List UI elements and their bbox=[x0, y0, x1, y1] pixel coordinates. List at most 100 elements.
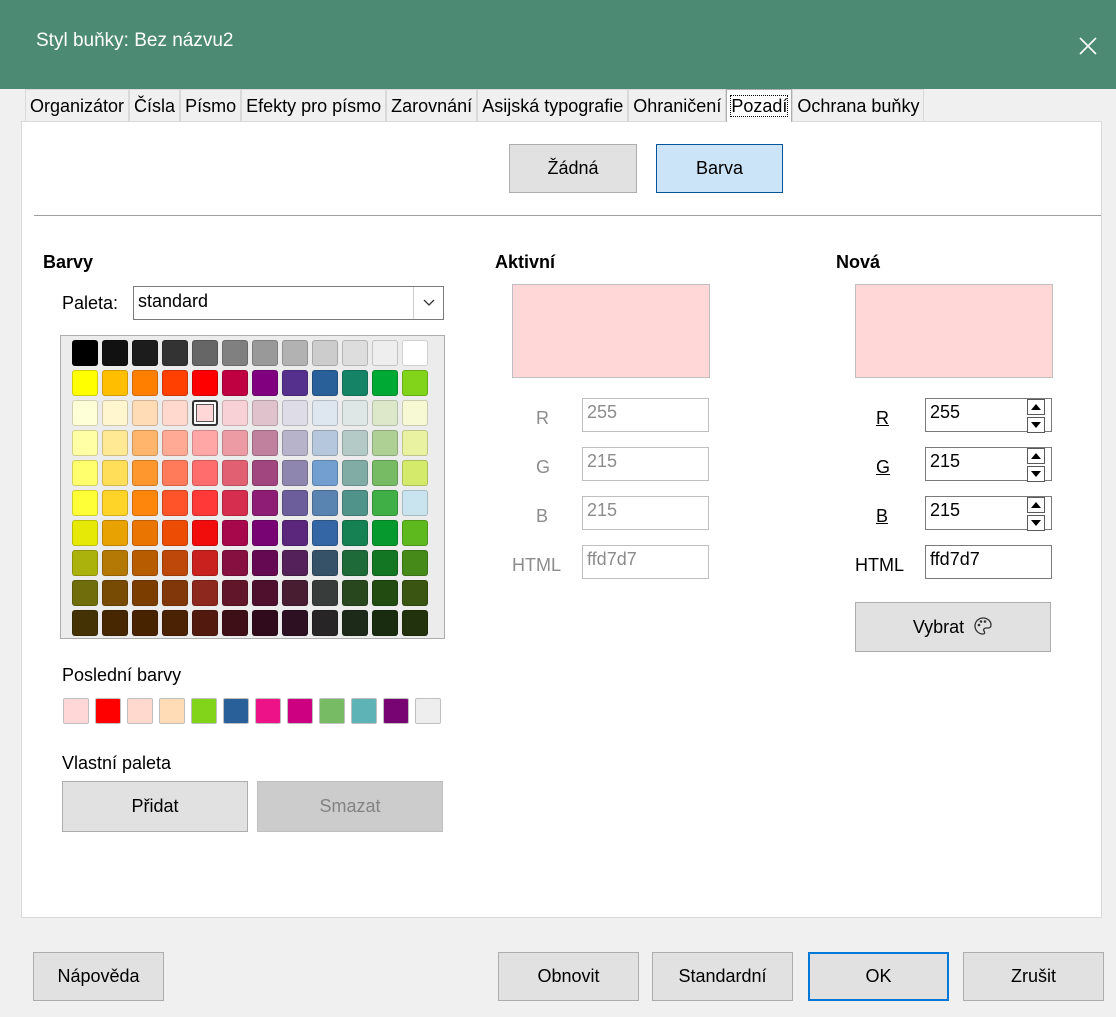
palette-swatch[interactable] bbox=[372, 370, 398, 396]
spin-up-icon[interactable] bbox=[1027, 497, 1045, 513]
palette-swatch[interactable] bbox=[372, 340, 398, 366]
recent-color-swatch[interactable] bbox=[255, 698, 281, 724]
palette-swatch[interactable] bbox=[312, 460, 338, 486]
palette-swatch[interactable] bbox=[402, 610, 428, 636]
palette-swatch[interactable] bbox=[342, 340, 368, 366]
palette-swatch[interactable] bbox=[192, 580, 218, 606]
palette-swatch[interactable] bbox=[72, 460, 98, 486]
palette-swatch[interactable] bbox=[372, 520, 398, 546]
palette-swatch[interactable] bbox=[222, 550, 248, 576]
palette-swatch[interactable] bbox=[162, 550, 188, 576]
palette-swatch[interactable] bbox=[132, 340, 158, 366]
tab-0[interactable]: Organizátor bbox=[25, 89, 130, 122]
palette-swatch[interactable] bbox=[282, 490, 308, 516]
b-spinner[interactable] bbox=[1027, 497, 1047, 535]
palette-swatch[interactable] bbox=[282, 370, 308, 396]
tab-8[interactable]: Ochrana buňky bbox=[792, 89, 925, 122]
palette-swatch[interactable] bbox=[312, 610, 338, 636]
palette-swatch[interactable] bbox=[252, 550, 278, 576]
palette-swatch[interactable] bbox=[282, 400, 308, 426]
palette-swatch[interactable] bbox=[342, 400, 368, 426]
palette-swatch[interactable] bbox=[162, 370, 188, 396]
palette-swatch[interactable] bbox=[162, 430, 188, 456]
new-html-field[interactable]: ffd7d7 bbox=[925, 545, 1052, 579]
palette-swatch[interactable] bbox=[282, 340, 308, 366]
palette-swatch[interactable] bbox=[402, 430, 428, 456]
palette-swatch[interactable] bbox=[342, 370, 368, 396]
none-button[interactable]: Žádná bbox=[509, 144, 637, 193]
palette-swatch[interactable] bbox=[222, 490, 248, 516]
recent-color-swatch[interactable] bbox=[351, 698, 377, 724]
palette-swatch[interactable] bbox=[312, 430, 338, 456]
palette-swatch[interactable] bbox=[372, 400, 398, 426]
palette-swatch[interactable] bbox=[282, 550, 308, 576]
palette-swatch[interactable] bbox=[102, 520, 128, 546]
spin-up-icon[interactable] bbox=[1027, 399, 1045, 415]
palette-swatch[interactable] bbox=[222, 430, 248, 456]
palette-swatch[interactable] bbox=[372, 490, 398, 516]
palette-swatch[interactable] bbox=[372, 580, 398, 606]
palette-swatch[interactable] bbox=[312, 370, 338, 396]
palette-swatch[interactable] bbox=[342, 550, 368, 576]
recent-color-swatch[interactable] bbox=[287, 698, 313, 724]
palette-swatch[interactable] bbox=[402, 550, 428, 576]
reset-button[interactable]: Obnovit bbox=[498, 952, 639, 1001]
palette-swatch[interactable] bbox=[72, 550, 98, 576]
palette-swatch[interactable] bbox=[132, 460, 158, 486]
palette-swatch[interactable] bbox=[102, 610, 128, 636]
spin-down-icon[interactable] bbox=[1027, 466, 1045, 482]
cancel-button[interactable]: Zrušit bbox=[963, 952, 1104, 1001]
close-icon[interactable] bbox=[1068, 26, 1108, 66]
recent-color-swatch[interactable] bbox=[95, 698, 121, 724]
palette-swatch[interactable] bbox=[132, 400, 158, 426]
palette-swatch[interactable] bbox=[282, 580, 308, 606]
tab-6[interactable]: Ohraničení bbox=[628, 89, 727, 122]
palette-swatch[interactable] bbox=[72, 580, 98, 606]
palette-swatch[interactable] bbox=[312, 340, 338, 366]
palette-swatch[interactable] bbox=[342, 580, 368, 606]
palette-swatch[interactable] bbox=[72, 370, 98, 396]
palette-swatch[interactable] bbox=[402, 460, 428, 486]
palette-swatch[interactable] bbox=[102, 340, 128, 366]
palette-swatch[interactable] bbox=[312, 550, 338, 576]
palette-swatch[interactable] bbox=[342, 520, 368, 546]
palette-swatch[interactable] bbox=[132, 520, 158, 546]
palette-swatch[interactable] bbox=[402, 400, 428, 426]
palette-swatch[interactable] bbox=[72, 430, 98, 456]
ok-button[interactable]: OK bbox=[808, 952, 949, 1001]
tab-2[interactable]: Písmo bbox=[180, 89, 242, 122]
palette-swatch[interactable] bbox=[102, 460, 128, 486]
pick-color-button[interactable]: Vybrat bbox=[855, 602, 1051, 652]
palette-swatch[interactable] bbox=[132, 580, 158, 606]
palette-swatch[interactable] bbox=[102, 580, 128, 606]
recent-color-swatch[interactable] bbox=[223, 698, 249, 724]
palette-swatch[interactable] bbox=[372, 610, 398, 636]
palette-swatch[interactable] bbox=[222, 370, 248, 396]
palette-swatch[interactable] bbox=[252, 580, 278, 606]
palette-swatch[interactable] bbox=[132, 430, 158, 456]
tab-5[interactable]: Asijská typografie bbox=[477, 89, 629, 122]
recent-color-swatch[interactable] bbox=[383, 698, 409, 724]
palette-swatch[interactable] bbox=[162, 520, 188, 546]
palette-swatch[interactable] bbox=[132, 610, 158, 636]
palette-swatch[interactable] bbox=[132, 550, 158, 576]
palette-swatch[interactable] bbox=[222, 400, 248, 426]
palette-swatch[interactable] bbox=[192, 550, 218, 576]
palette-swatch[interactable] bbox=[402, 370, 428, 396]
recent-color-swatch[interactable] bbox=[159, 698, 185, 724]
palette-swatch[interactable] bbox=[312, 520, 338, 546]
palette-swatch[interactable] bbox=[192, 460, 218, 486]
palette-swatch[interactable] bbox=[132, 490, 158, 516]
g-spinner[interactable] bbox=[1027, 448, 1047, 486]
palette-swatch[interactable] bbox=[162, 610, 188, 636]
palette-swatch[interactable] bbox=[372, 430, 398, 456]
palette-swatch[interactable] bbox=[192, 610, 218, 636]
tab-1[interactable]: Čísla bbox=[129, 89, 181, 122]
palette-swatch[interactable] bbox=[72, 490, 98, 516]
palette-swatch[interactable] bbox=[102, 550, 128, 576]
palette-select[interactable]: standard bbox=[133, 286, 444, 320]
palette-swatch[interactable] bbox=[162, 460, 188, 486]
palette-swatch[interactable] bbox=[402, 340, 428, 366]
palette-swatch[interactable] bbox=[192, 340, 218, 366]
palette-swatch[interactable] bbox=[72, 340, 98, 366]
